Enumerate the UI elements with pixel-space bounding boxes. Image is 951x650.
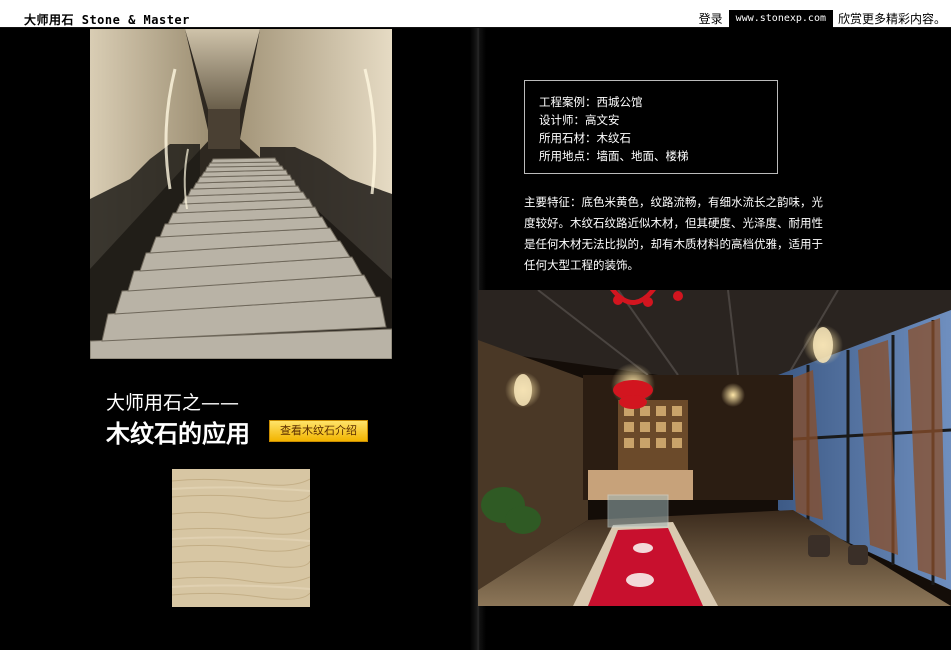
stone-description: 主要特征：底色米黄色，纹路流畅，有细水流长之韵味，光度较好。木纹石纹路近似木材，…	[524, 195, 823, 272]
project-info-box: 工程案例：西城公馆 设计师：高文安 所用石材：木纹石 所用地点：墙面、地面、楼梯	[524, 80, 778, 174]
login-link[interactable]: 登录	[693, 10, 729, 28]
info-location: 所用地点：墙面、地面、楼梯	[539, 149, 689, 163]
top-bar: 大师用石 Stone & Master 登录 www.stonexp.com 欣…	[0, 0, 951, 28]
staircase-photo	[90, 29, 392, 359]
lobby-photo	[478, 290, 951, 606]
info-stone: 所用石材：木纹石	[539, 131, 631, 145]
headline-line2: 木纹石的应用	[106, 420, 250, 448]
headline-line1: 大师用石之——	[106, 392, 240, 414]
wood-grain-stone-sample	[172, 469, 310, 607]
info-designer: 设计师：高文安	[539, 113, 620, 127]
site-url-link[interactable]: www.stonexp.com	[728, 10, 833, 28]
info-project: 工程案例：西城公馆	[539, 95, 643, 109]
brand-title: 大师用石 Stone & Master	[24, 13, 190, 27]
top-nav: 登录 www.stonexp.com 欣赏更多精彩内容。	[693, 10, 951, 28]
magazine-spread: 大师用石之—— 木纹石的应用 查看木纹石介绍 工程案例：西城公馆 设计师：高文安…	[0, 28, 951, 650]
view-marble-intro-button[interactable]: 查看木纹石介绍	[269, 420, 368, 442]
more-content-link[interactable]: 欣赏更多精彩内容。	[833, 10, 951, 28]
